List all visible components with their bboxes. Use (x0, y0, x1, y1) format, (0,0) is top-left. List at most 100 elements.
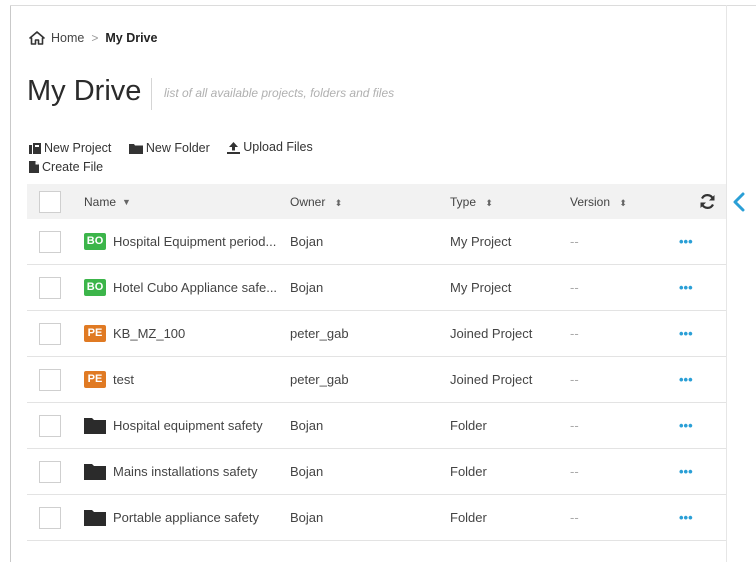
new-project-button[interactable]: New Project (29, 140, 111, 157)
page-title: My Drive (27, 75, 142, 107)
files-table: Name ▼ Owner ⬍ Type ⬍ Version ⬍ BO Hospi… (27, 184, 726, 541)
new-folder-button[interactable]: New Folder (128, 140, 210, 157)
content-border-left (10, 5, 11, 562)
row-name[interactable]: Portable appliance safety (113, 510, 259, 525)
table-row[interactable]: PE test peter_gab Joined Project -- ••• (27, 357, 726, 403)
project-badge: PE (84, 325, 106, 342)
breadcrumb-home[interactable]: Home (51, 31, 84, 45)
project-icon (29, 142, 41, 154)
row-name-cell[interactable]: BO Hotel Cubo Appliance safe... (84, 279, 277, 296)
row-version: -- (570, 510, 579, 525)
row-name-cell[interactable]: PE test (84, 371, 134, 388)
table-row[interactable]: Hospital equipment safety Bojan Folder -… (27, 403, 726, 449)
row-type: Joined Project (450, 372, 533, 387)
row-type: Joined Project (450, 326, 533, 341)
column-header-name[interactable]: Name ▼ (84, 195, 131, 209)
column-header-version[interactable]: Version ⬍ (570, 195, 627, 209)
chevron-left-icon[interactable] (732, 192, 746, 212)
column-owner-label: Owner (290, 194, 326, 209)
row-owner: Bojan (290, 280, 324, 295)
row-owner: Bojan (290, 510, 324, 525)
row-version: -- (570, 326, 579, 341)
column-name-label: Name (84, 194, 117, 209)
project-badge: BO (84, 279, 106, 296)
row-type: Folder (450, 464, 487, 479)
table-row[interactable]: BO Hotel Cubo Appliance safe... Bojan My… (27, 265, 726, 311)
column-header-owner[interactable]: Owner ⬍ (290, 195, 342, 209)
content-border-top (10, 5, 756, 6)
row-owner: peter_gab (290, 326, 349, 341)
table-row[interactable]: Mains installations safety Bojan Folder … (27, 449, 726, 495)
breadcrumb-separator: > (91, 31, 99, 45)
row-version: -- (570, 372, 579, 387)
title-divider (151, 78, 152, 110)
more-actions-icon[interactable]: ••• (679, 418, 693, 433)
row-name[interactable]: Mains installations safety (113, 464, 258, 479)
more-actions-icon[interactable]: ••• (679, 464, 693, 479)
refresh-icon[interactable] (699, 193, 716, 210)
row-owner: Bojan (290, 234, 324, 249)
row-owner: Bojan (290, 464, 324, 479)
table-row[interactable]: Portable appliance safety Bojan Folder -… (27, 495, 726, 541)
more-actions-icon[interactable]: ••• (679, 280, 693, 295)
table-row[interactable]: PE KB_MZ_100 peter_gab Joined Project --… (27, 311, 726, 357)
row-checkbox[interactable] (39, 506, 61, 529)
row-checkbox[interactable] (39, 368, 61, 391)
breadcrumb: Home > My Drive (29, 31, 157, 45)
row-name-cell[interactable]: Hospital equipment safety (84, 417, 263, 434)
row-name[interactable]: KB_MZ_100 (113, 326, 185, 341)
row-name[interactable]: Hospital equipment safety (113, 418, 263, 433)
row-name-cell[interactable]: PE KB_MZ_100 (84, 325, 185, 342)
project-badge: PE (84, 371, 106, 388)
folder-icon (128, 143, 143, 154)
row-owner: Bojan (290, 418, 324, 433)
row-version: -- (570, 280, 579, 295)
sort-down-icon: ▼ (122, 196, 131, 207)
more-actions-icon[interactable]: ••• (679, 326, 693, 341)
row-name[interactable]: Hotel Cubo Appliance safe... (113, 280, 277, 295)
more-actions-icon[interactable]: ••• (679, 234, 693, 249)
row-checkbox[interactable] (39, 230, 61, 253)
column-type-label: Type (450, 194, 477, 209)
row-checkbox[interactable] (39, 414, 61, 437)
project-badge: BO (84, 233, 106, 250)
folder-icon (84, 418, 106, 434)
row-checkbox[interactable] (39, 322, 61, 345)
row-name-cell[interactable]: BO Hospital Equipment period... (84, 233, 276, 250)
new-project-label: New Project (44, 140, 112, 155)
sort-icon: ⬍ (619, 197, 627, 208)
more-actions-icon[interactable]: ••• (679, 510, 693, 525)
upload-files-button[interactable]: Upload Files (227, 139, 313, 156)
create-file-label: Create File (42, 159, 104, 174)
table-row[interactable]: BO Hospital Equipment period... Bojan My… (27, 219, 726, 265)
row-type: My Project (450, 280, 512, 295)
upload-files-label: Upload Files (243, 140, 313, 154)
sort-icon: ⬍ (334, 197, 343, 208)
create-file-button[interactable]: Create File (29, 159, 103, 176)
table-header: Name ▼ Owner ⬍ Type ⬍ Version ⬍ (27, 184, 726, 219)
upload-icon (227, 141, 241, 154)
breadcrumb-current: My Drive (105, 31, 158, 45)
select-all-checkbox[interactable] (39, 190, 61, 213)
column-header-type[interactable]: Type ⬍ (450, 195, 493, 209)
more-actions-icon[interactable]: ••• (679, 372, 693, 387)
row-checkbox[interactable] (39, 460, 61, 483)
row-name-cell[interactable]: Portable appliance safety (84, 509, 259, 526)
row-name-cell[interactable]: Mains installations safety (84, 463, 258, 480)
column-version-label: Version (570, 194, 611, 209)
home-icon[interactable] (29, 31, 45, 45)
row-version: -- (570, 418, 579, 433)
new-folder-label: New Folder (145, 140, 210, 155)
row-type: Folder (450, 418, 487, 433)
row-checkbox[interactable] (39, 276, 61, 299)
folder-icon (84, 510, 106, 526)
toolbar: New Project New Folder Upload Files Crea… (29, 139, 369, 178)
sort-icon: ⬍ (485, 197, 493, 208)
page-subtitle: list of all available projects, folders … (164, 86, 395, 100)
row-name[interactable]: Hospital Equipment period... (113, 234, 276, 249)
row-name[interactable]: test (113, 372, 134, 387)
row-owner: peter_gab (290, 372, 349, 387)
content-border-right (726, 5, 727, 562)
row-type: My Project (450, 234, 512, 249)
file-icon (29, 161, 39, 173)
